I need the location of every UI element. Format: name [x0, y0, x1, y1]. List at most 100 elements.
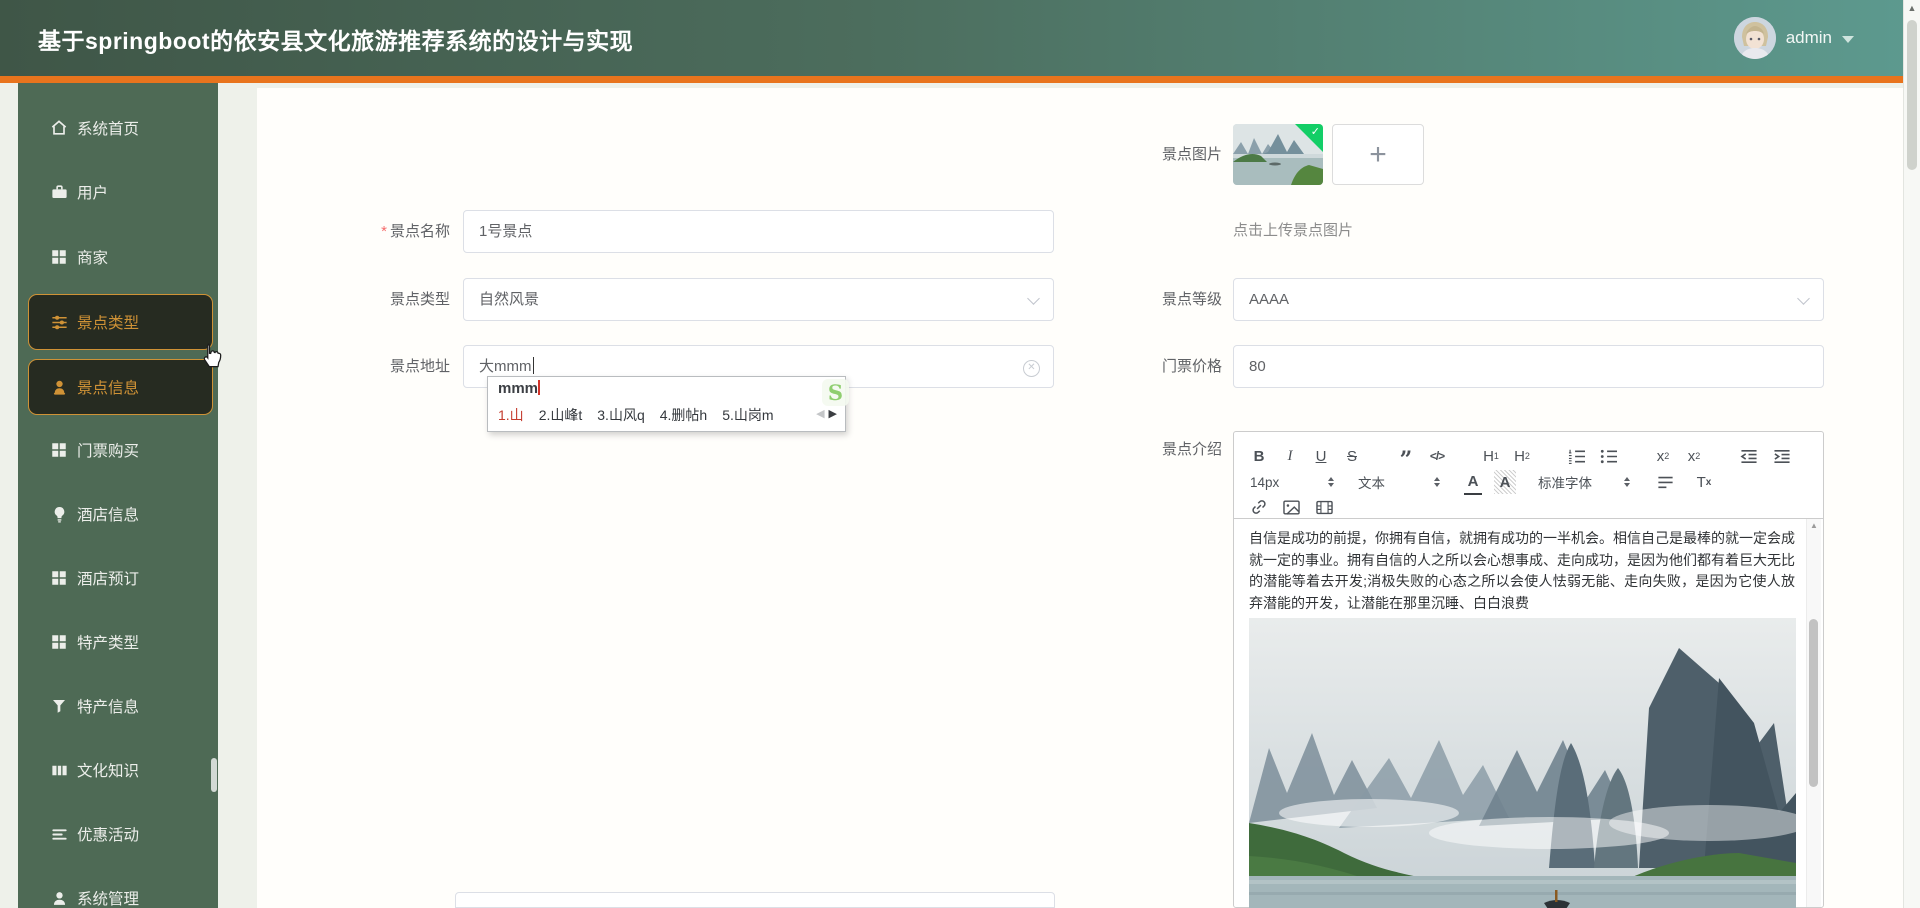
field-label-type: 景点类型	[389, 291, 450, 308]
chevron-down-icon	[1842, 36, 1854, 43]
ordered-list-button[interactable]	[1567, 444, 1586, 468]
ime-popup: mmm 1.山 2.山峰t 3.山风q 4.删帖h 5.山岗m ◀ ▶ S	[487, 376, 849, 432]
heading2-button[interactable]: H2	[1513, 444, 1531, 468]
list-icon	[49, 824, 69, 844]
editor-content-text[interactable]: 自信是成功的前提，你拥有自信，就拥有成功的一半机会。相信自己是最棒的就一定会成就…	[1249, 528, 1795, 614]
superscript-button[interactable]: x2	[1685, 444, 1703, 468]
ime-candidate[interactable]: 2.山峰t	[539, 405, 583, 425]
price-input[interactable]: 80	[1233, 345, 1824, 388]
clear-icon[interactable]: ✕	[1023, 360, 1040, 377]
editor-content-image[interactable]	[1249, 618, 1796, 908]
sidebar-item-merchants[interactable]: 商家	[18, 225, 218, 289]
ime-next-icon[interactable]: ▶	[829, 408, 837, 420]
page-scrollbar-thumb[interactable]	[1907, 20, 1917, 170]
strikethrough-button[interactable]: S	[1343, 444, 1361, 468]
highlight-color-button[interactable]: A	[1494, 470, 1516, 494]
sidebar-item-ticket-purchase[interactable]: 门票购买	[18, 418, 218, 482]
field-label-price: 门票价格	[1161, 358, 1222, 375]
sidebar-item-label: 门票购买	[77, 443, 140, 460]
required-asterisk: *	[381, 223, 387, 240]
header: 基于springboot的依安县文化旅游推荐系统的设计与实现 admin	[0, 0, 1920, 76]
ime-caret	[538, 380, 541, 395]
avatar[interactable]	[1733, 17, 1776, 59]
insert-video-button[interactable]	[1315, 495, 1334, 519]
name-input[interactable]: 1号景点	[463, 210, 1054, 253]
ime-candidate[interactable]: 1.山	[498, 405, 524, 425]
field-label-grade: 景点等级	[1161, 291, 1222, 308]
sidebar-item-label: 优惠活动	[77, 827, 140, 844]
avatar-image	[1733, 17, 1776, 59]
ime-candidates: 1.山 2.山峰t 3.山风q 4.删帖h 5.山岗m	[498, 405, 774, 425]
sidebar-scrollbar-thumb[interactable]	[211, 758, 217, 792]
header-style-picker[interactable]: 文本	[1358, 472, 1440, 492]
editor-toolbar-row2: 14px 文本 A A 标准字体 T x	[1250, 469, 1713, 495]
grid-icon	[49, 247, 69, 267]
indent-button[interactable]	[1772, 444, 1792, 468]
sidebar-item-promotions[interactable]: 优惠活动	[18, 802, 218, 866]
ime-candidate[interactable]: 5.山岗m	[722, 405, 773, 425]
insert-image-button[interactable]	[1282, 495, 1301, 519]
sidebar-item-specialty-types[interactable]: 特产类型	[18, 610, 218, 674]
uploaded-image-thumbnail[interactable]: ✓	[1233, 124, 1323, 185]
underline-button[interactable]: U	[1312, 444, 1330, 468]
font-size-picker[interactable]: 14px	[1250, 475, 1334, 490]
sidebar-item-system-admin[interactable]: 系统管理	[18, 866, 218, 908]
form-card: * 景点名称 1号景点 景点类型 自然风景 景点地址 大mmm ✕ mmm 1.山…	[257, 88, 1903, 908]
app-root: 基于springboot的依安县文化旅游推荐系统的设计与实现 admin ▲ 系…	[0, 0, 1920, 908]
align-button[interactable]	[1656, 470, 1675, 494]
sidebar-item-home[interactable]: 系统首页	[18, 96, 218, 160]
ime-prev-icon[interactable]: ◀	[816, 408, 824, 420]
sidebar-item-spot-types[interactable]: 景点类型	[28, 294, 213, 350]
sidebar-item-hotel-booking[interactable]: 酒店预订	[18, 546, 218, 610]
price-input-value: 80	[1249, 358, 1266, 375]
sidebar-item-label: 特产信息	[77, 699, 140, 716]
type-select[interactable]: 自然风景	[463, 278, 1054, 321]
font-family-picker[interactable]: 标准字体	[1538, 472, 1630, 492]
plus-icon: +	[1369, 137, 1387, 171]
sidebar-item-hotel-info[interactable]: 酒店信息	[18, 482, 218, 546]
sliders-icon	[49, 312, 69, 332]
blockquote-button[interactable]: ”	[1397, 440, 1415, 472]
editor-toolbar-row3	[1250, 495, 1334, 519]
page-scrollbar[interactable]: ▲	[1903, 0, 1920, 908]
rich-text-editor: B I U S ” </> H1 H2 x2 x2 14px 文本 A A 标准…	[1233, 431, 1824, 908]
scroll-up-icon[interactable]: ▲	[1807, 521, 1821, 530]
scroll-up-icon[interactable]: ▲	[1904, 3, 1920, 13]
clear-format-button[interactable]: Tx	[1695, 470, 1713, 494]
code-button[interactable]: </>	[1428, 444, 1446, 468]
grade-select[interactable]: AAAA	[1233, 278, 1824, 321]
link-button[interactable]	[1250, 495, 1268, 519]
text-color-button[interactable]: A	[1464, 469, 1482, 495]
editor-scrollbar[interactable]: ▲	[1806, 519, 1821, 907]
ime-pager: ◀ ▶	[816, 407, 837, 420]
heading1-button[interactable]: H1	[1482, 444, 1500, 468]
bold-button[interactable]: B	[1250, 444, 1268, 468]
bottom-partial-input[interactable]	[455, 892, 1055, 908]
sidebar-item-label: 特产类型	[77, 635, 140, 652]
ime-candidate[interactable]: 4.删帖h	[660, 405, 707, 425]
sidebar-item-users[interactable]: 用户	[18, 160, 218, 224]
italic-button[interactable]: I	[1281, 444, 1299, 468]
name-input-value: 1号景点	[479, 223, 533, 240]
sidebar-item-culture-knowledge[interactable]: 文化知识	[18, 738, 218, 802]
sidebar-item-label: 文化知识	[77, 763, 140, 780]
user-menu[interactable]: admin	[1733, 14, 1854, 62]
sogou-logo-icon: S	[822, 379, 849, 406]
sidebar-item-specialty-info[interactable]: 特产信息	[18, 674, 218, 738]
subscript-button[interactable]: x2	[1654, 444, 1672, 468]
user-icon	[49, 377, 69, 397]
bullet-list-button[interactable]	[1599, 444, 1618, 468]
user-icon	[49, 888, 69, 908]
accent-bar	[0, 76, 1904, 83]
username[interactable]: admin	[1786, 28, 1832, 48]
sidebar-item-label: 商家	[77, 250, 109, 267]
field-label-name: * 景点名称	[381, 223, 450, 240]
outdent-button[interactable]	[1739, 444, 1759, 468]
grid-icon	[49, 568, 69, 588]
ime-candidate[interactable]: 3.山风q	[597, 405, 644, 425]
add-image-button[interactable]: +	[1332, 124, 1424, 185]
chevron-down-icon	[1027, 292, 1040, 305]
sidebar-item-spot-info[interactable]: 景点信息	[28, 359, 213, 415]
editor-scrollbar-thumb[interactable]	[1809, 619, 1818, 787]
field-label-intro: 景点介绍	[1161, 441, 1222, 458]
